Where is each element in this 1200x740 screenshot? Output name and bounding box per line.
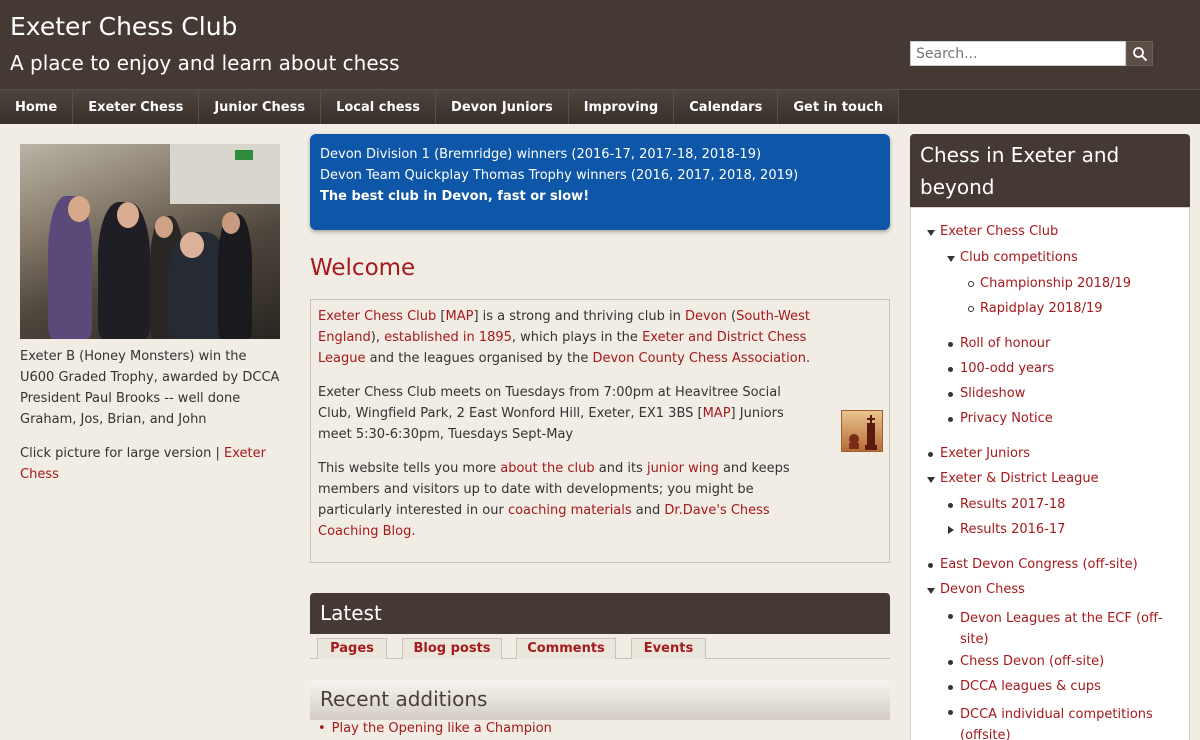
search-button[interactable] — [1126, 41, 1153, 66]
photo-click-note: Click picture for large version | Exeter… — [20, 443, 280, 485]
welcome-paragraph-1: Exeter Chess Club [MAP] is a strong and … — [318, 309, 811, 366]
main-nav: Home Exeter Chess Junior Chess Local che… — [0, 89, 1200, 124]
sidebar-item-championship[interactable]: Championship 2018/19 — [980, 276, 1131, 291]
sidebar-title: Chess in Exeter and beyond — [910, 134, 1190, 207]
bullet-icon — [928, 452, 933, 457]
nav-get-in-touch[interactable]: Get in touch — [778, 90, 900, 124]
sidebar-item-exeter-chess-club[interactable]: Exeter Chess Club — [940, 224, 1058, 239]
bullet-icon — [948, 614, 953, 619]
dcca-link[interactable]: Devon County Chess Association — [592, 351, 805, 366]
banner-line-3: The best club in Devon, fast or slow! — [320, 189, 590, 204]
latest-heading: Latest — [310, 593, 890, 634]
club-link[interactable]: Exeter Chess Club — [318, 309, 436, 324]
nav-local-chess[interactable]: Local chess — [321, 90, 437, 124]
nav-exeter-chess[interactable]: Exeter Chess — [73, 90, 200, 124]
expanded-arrow-icon[interactable] — [947, 256, 955, 262]
sidebar-item-100-odd-years[interactable]: 100-odd years — [960, 361, 1054, 376]
tab-events[interactable]: Events — [631, 638, 706, 659]
bullet-icon — [948, 417, 953, 422]
click-text: Click picture for large version | — [20, 446, 220, 461]
chess-king-icon — [849, 415, 877, 450]
bullet-icon — [948, 503, 953, 508]
recent-item-link[interactable]: Play the Opening like a Champion — [318, 721, 552, 736]
bullet-icon — [948, 685, 953, 690]
nav-devon-juniors[interactable]: Devon Juniors — [436, 90, 569, 124]
recent-additions-heading: Recent additions — [310, 680, 890, 720]
bullet-icon — [948, 660, 953, 665]
collapsed-arrow-icon[interactable] — [948, 526, 954, 534]
sidebar-item-dcca-individual[interactable]: DCCA individual competitions (offsite) — [960, 704, 1170, 740]
sidebar-item-exeter-juniors[interactable]: Exeter Juniors — [940, 446, 1030, 461]
nav-calendars[interactable]: Calendars — [674, 90, 779, 124]
expanded-arrow-icon[interactable] — [927, 588, 935, 594]
sidebar-item-roll-of-honour[interactable]: Roll of honour — [960, 336, 1050, 351]
devon-link[interactable]: Devon — [685, 309, 727, 324]
site-title[interactable]: Exeter Chess Club — [10, 12, 237, 41]
welcome-content: Exeter Chess Club [MAP] is a strong and … — [310, 299, 890, 563]
sidebar-item-club-competitions[interactable]: Club competitions — [960, 250, 1078, 265]
sidebar-item-east-devon-congress[interactable]: East Devon Congress (off-site) — [940, 557, 1138, 572]
bullet-icon — [968, 306, 974, 312]
sidebar-item-rapidplay[interactable]: Rapidplay 2018/19 — [980, 301, 1103, 316]
nav-improving[interactable]: Improving — [568, 90, 675, 124]
sidebar-item-dcca-leagues[interactable]: DCCA leagues & cups — [960, 679, 1101, 694]
sidebar-item-chess-devon[interactable]: Chess Devon (off-site) — [960, 654, 1104, 669]
welcome-paragraph-3: This website tells you more about the cl… — [318, 461, 790, 539]
established-link[interactable]: established in 1895 — [384, 330, 512, 345]
banner-line-1: Devon Division 1 (Bremridge) winners (20… — [320, 147, 762, 162]
venue-map-link[interactable]: MAP — [703, 406, 731, 421]
about-club-link[interactable]: about the club — [500, 461, 594, 476]
bullet-icon — [948, 367, 953, 372]
sidebar-item-devon-chess[interactable]: Devon Chess — [940, 582, 1025, 597]
junior-wing-link[interactable]: junior wing — [647, 461, 719, 476]
bullet-icon — [948, 342, 953, 347]
bullet-icon — [948, 392, 953, 397]
banner-line-2: Devon Team Quickplay Thomas Trophy winne… — [320, 168, 799, 183]
tab-pages[interactable]: Pages — [317, 638, 387, 659]
chess-pieces-image[interactable] — [841, 410, 883, 452]
sidebar-item-privacy-notice[interactable]: Privacy Notice — [960, 411, 1053, 426]
expanded-arrow-icon[interactable] — [927, 230, 935, 236]
sidebar-item-results-2017-18[interactable]: Results 2017-18 — [960, 497, 1065, 512]
tab-blog-posts[interactable]: Blog posts — [402, 638, 502, 659]
sidebar-item-exeter-district-league[interactable]: Exeter & District League — [940, 471, 1099, 486]
nav-junior-chess[interactable]: Junior Chess — [199, 90, 322, 124]
nav-home[interactable]: Home — [0, 90, 74, 124]
team-photo[interactable] — [20, 144, 280, 339]
search-icon — [1132, 46, 1147, 61]
bullet-icon — [968, 281, 974, 287]
expanded-arrow-icon[interactable] — [927, 477, 935, 483]
map-link[interactable]: MAP — [445, 309, 473, 324]
latest-tabs: Pages Blog posts Comments Events — [310, 636, 890, 659]
site-slogan: A place to enjoy and learn about chess — [10, 51, 400, 75]
bullet-icon — [948, 710, 953, 715]
sidebar-item-results-2016-17[interactable]: Results 2016-17 — [960, 522, 1065, 537]
welcome-heading: Welcome — [310, 255, 416, 281]
bullet-icon — [928, 563, 933, 568]
sidebar-item-slideshow[interactable]: Slideshow — [960, 386, 1025, 401]
search-input[interactable] — [910, 41, 1126, 66]
sidebar-item-devon-leagues-ecf[interactable]: Devon Leagues at the ECF (off-site) — [960, 608, 1170, 650]
site-header: Exeter Chess Club A place to enjoy and l… — [0, 0, 1200, 89]
welcome-paragraph-2: Exeter Chess Club meets on Tuesdays from… — [318, 385, 784, 442]
tab-comments[interactable]: Comments — [516, 638, 616, 659]
achievements-banner: Devon Division 1 (Bremridge) winners (20… — [310, 134, 890, 230]
coaching-link[interactable]: coaching materials — [508, 503, 632, 518]
photo-caption: Exeter B (Honey Monsters) win the U600 G… — [20, 349, 280, 427]
